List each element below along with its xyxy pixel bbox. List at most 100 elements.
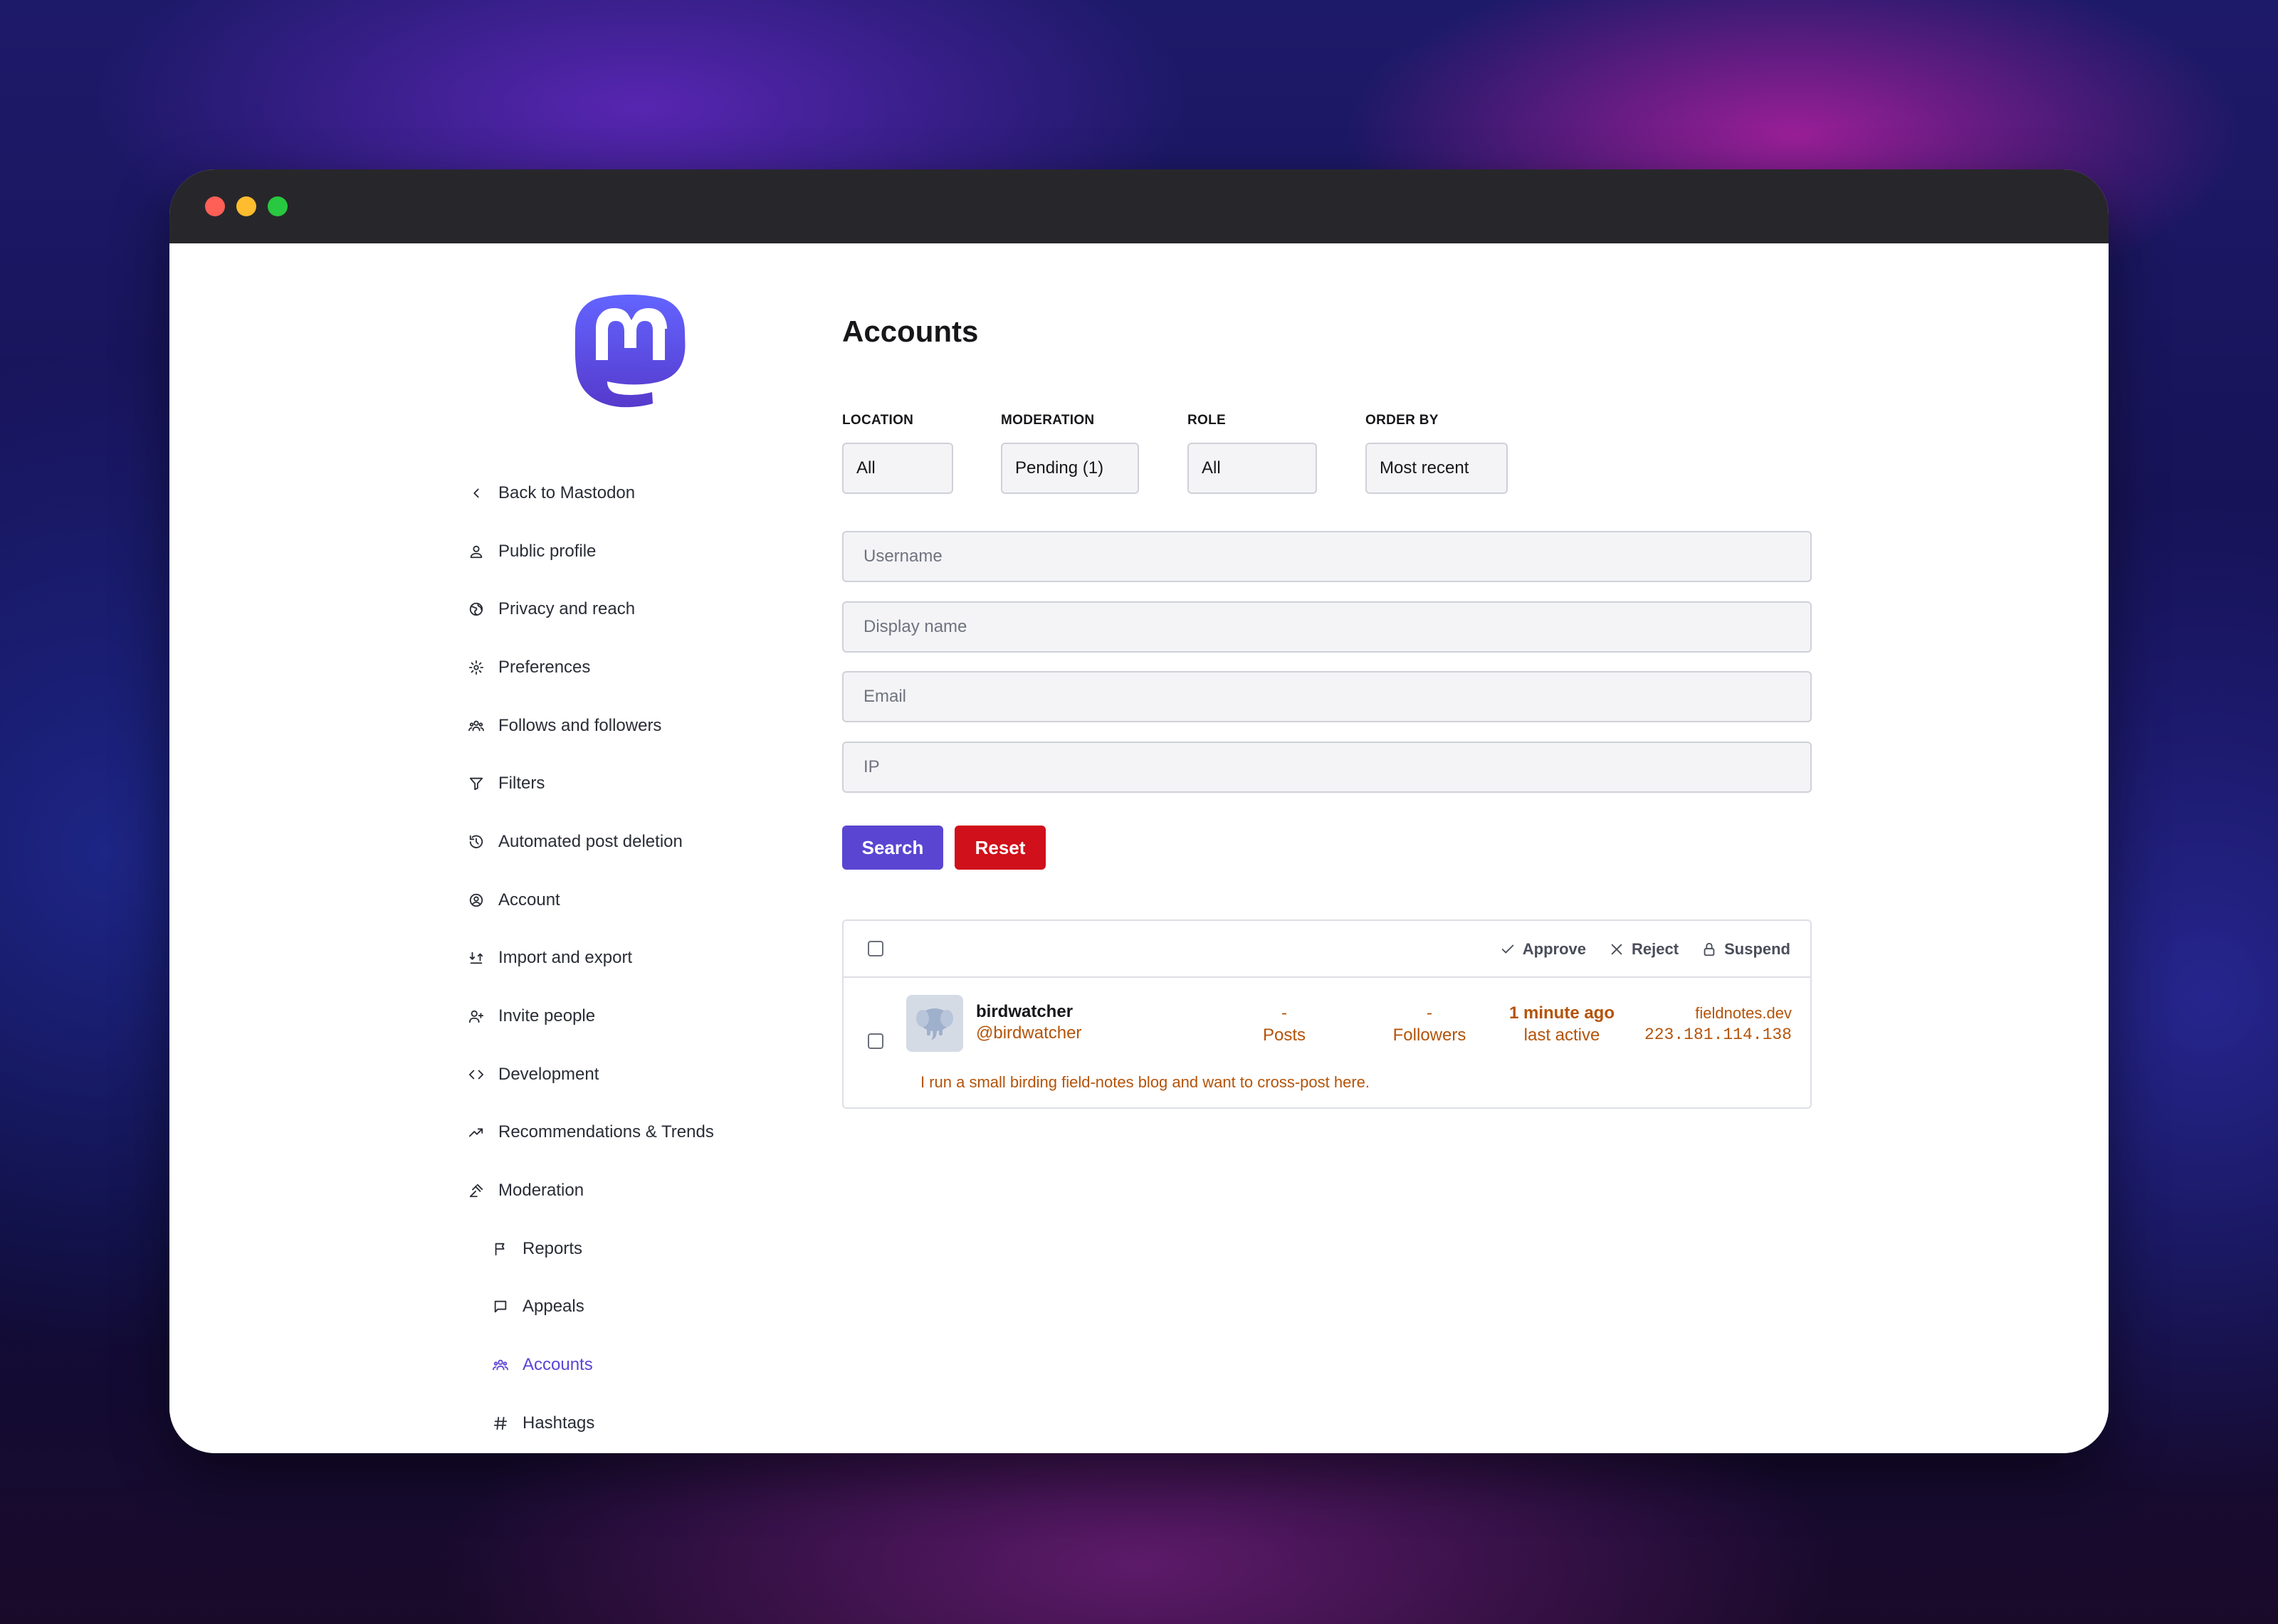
sidebar-item-label: Reports — [523, 1238, 583, 1258]
sidebar-item-label: Privacy and reach — [498, 599, 636, 619]
gavel-icon — [468, 1183, 484, 1198]
people-icon — [468, 718, 484, 734]
sidebar-item-moderation[interactable]: Moderation — [468, 1161, 796, 1220]
display-name-input[interactable]: Display name — [842, 601, 1812, 653]
flag-icon — [493, 1241, 508, 1257]
account-circle-icon — [468, 892, 484, 908]
person-add-icon — [468, 1008, 484, 1024]
sidebar-item-label: Filters — [498, 774, 545, 793]
chat-icon — [493, 1299, 508, 1314]
maximize-window-button[interactable] — [268, 196, 288, 216]
approve-button[interactable]: Approve — [1500, 921, 1586, 978]
sidebar-item-label: Back to Mastodon — [498, 483, 636, 502]
people-icon — [493, 1357, 508, 1373]
reject-button[interactable]: Reject — [1609, 921, 1679, 978]
sidebar-item-privacy[interactable]: Privacy and reach — [468, 580, 796, 638]
sidebar-item-public-profile[interactable]: Public profile — [468, 522, 796, 581]
page-content: Back to Mastodon Public profile Privacy … — [169, 243, 2109, 1453]
sidebar-item-development[interactable]: Development — [468, 1045, 796, 1104]
sidebar-item-label: Import and export — [498, 948, 633, 968]
email-input[interactable]: Email — [842, 671, 1812, 722]
check-icon — [1501, 944, 1514, 954]
sidebar-item-label: Follows and followers — [498, 715, 662, 735]
sidebar-item-filters[interactable]: Filters — [468, 754, 796, 813]
account-domain[interactable]: fieldnotes.dev — [1644, 1002, 1792, 1024]
account-domain-ip: fieldnotes.dev 223.181.114.138 — [1644, 1002, 1792, 1046]
suspend-button[interactable]: Suspend — [1701, 921, 1790, 978]
chevron-left-icon — [468, 485, 484, 501]
filter-order-by: ORDER BY Most recent — [1365, 413, 1508, 494]
suspend-label: Suspend — [1724, 940, 1790, 958]
approve-label: Approve — [1522, 940, 1587, 958]
sidebar-item-label: Hashtags — [523, 1413, 595, 1433]
sidebar-item-account[interactable]: Account — [468, 871, 796, 929]
browser-window: Back to Mastodon Public profile Privacy … — [169, 169, 2109, 1453]
sidebar-item-hashtags[interactable]: Hashtags — [468, 1394, 796, 1452]
reject-label: Reject — [1632, 940, 1679, 958]
search-button[interactable]: Search — [842, 826, 943, 870]
order-by-select[interactable]: Most recent — [1365, 443, 1508, 494]
ip-input[interactable]: IP — [842, 742, 1812, 793]
avatar[interactable] — [906, 995, 963, 1052]
sidebar-item-accounts[interactable]: Accounts — [468, 1336, 796, 1394]
select-all-checkbox[interactable] — [868, 941, 883, 956]
moderation-select[interactable]: Pending (1) — [1001, 443, 1139, 494]
sidebar-item-import-export[interactable]: Import and export — [468, 929, 796, 988]
sidebar-item-label: Preferences — [498, 657, 591, 677]
sidebar-item-label: Recommendations & Trends — [498, 1122, 714, 1142]
sidebar-item-label: Development — [498, 1064, 599, 1084]
sidebar-item-trends[interactable]: Recommendations & Trends — [468, 1104, 796, 1162]
sidebar-item-back[interactable]: Back to Mastodon — [468, 464, 796, 522]
account-handle[interactable]: @birdwatcher — [976, 1023, 1081, 1043]
table-header: Approve Reject Suspend — [844, 921, 1810, 978]
mastodon-logo[interactable] — [572, 292, 688, 414]
history-icon — [468, 834, 484, 850]
close-window-button[interactable] — [205, 196, 225, 216]
accounts-table: Approve Reject Suspend birdwatcher @bird… — [842, 919, 1812, 1109]
followers-value: - — [1427, 1003, 1432, 1023]
sidebar-item-label: Moderation — [498, 1181, 584, 1201]
posts-label: Posts — [1262, 1025, 1306, 1045]
row-checkbox[interactable] — [868, 1033, 883, 1049]
sidebar-item-label: Account — [498, 890, 560, 909]
lock-icon — [1704, 942, 1715, 956]
last-active-label: last active — [1523, 1025, 1600, 1045]
sidebar-item-preferences[interactable]: Preferences — [468, 638, 796, 697]
table-row[interactable]: birdwatcher @birdwatcher - Posts - Follo… — [844, 978, 1810, 1109]
followers-stat: - Followers — [1383, 1002, 1476, 1046]
posts-stat: - Posts — [1252, 1002, 1316, 1046]
sidebar-item-post-deletion[interactable]: Automated post deletion — [468, 813, 796, 871]
sidebar-item-label: Appeals — [523, 1297, 584, 1317]
close-icon — [1611, 944, 1622, 955]
sidebar-item-reports[interactable]: Reports — [468, 1220, 796, 1278]
username-input[interactable]: Username — [842, 531, 1812, 582]
import-export-icon — [468, 950, 484, 966]
sidebar-item-appeals[interactable]: Appeals — [468, 1278, 796, 1336]
page-title: Accounts — [842, 315, 979, 348]
filter-label: ROLE — [1187, 413, 1226, 428]
mastodon-avatar-icon — [916, 1008, 953, 1040]
sidebar-item-follows[interactable]: Follows and followers — [468, 697, 796, 755]
location-select[interactable]: All — [842, 443, 953, 494]
sidebar-item-label: Invite people — [498, 1006, 596, 1026]
last-active-stat: 1 minute ago last active — [1508, 1002, 1615, 1046]
sidebar-item-label: Automated post deletion — [498, 831, 683, 851]
sidebar-item-invite[interactable]: Invite people — [468, 987, 796, 1045]
window-titlebar — [169, 169, 2109, 243]
trending-icon — [468, 1124, 484, 1140]
role-select[interactable]: All — [1187, 443, 1317, 494]
posts-value: - — [1281, 1003, 1287, 1023]
filter-location: LOCATION All — [842, 413, 953, 494]
reset-button[interactable]: Reset — [955, 826, 1046, 870]
filter-label: LOCATION — [842, 413, 914, 428]
signup-reason: I run a small birding field-notes blog a… — [920, 1073, 1370, 1091]
person-icon — [468, 544, 484, 559]
account-display-name[interactable]: birdwatcher — [976, 1002, 1073, 1022]
filter-label: MODERATION — [1001, 413, 1095, 428]
minimize-window-button[interactable] — [236, 196, 256, 216]
filter-moderation: MODERATION Pending (1) — [1001, 413, 1139, 494]
hashtag-icon — [493, 1415, 508, 1431]
globe-icon — [468, 601, 484, 617]
last-active-value: 1 minute ago — [1508, 1003, 1615, 1023]
filter-icon — [468, 776, 484, 791]
